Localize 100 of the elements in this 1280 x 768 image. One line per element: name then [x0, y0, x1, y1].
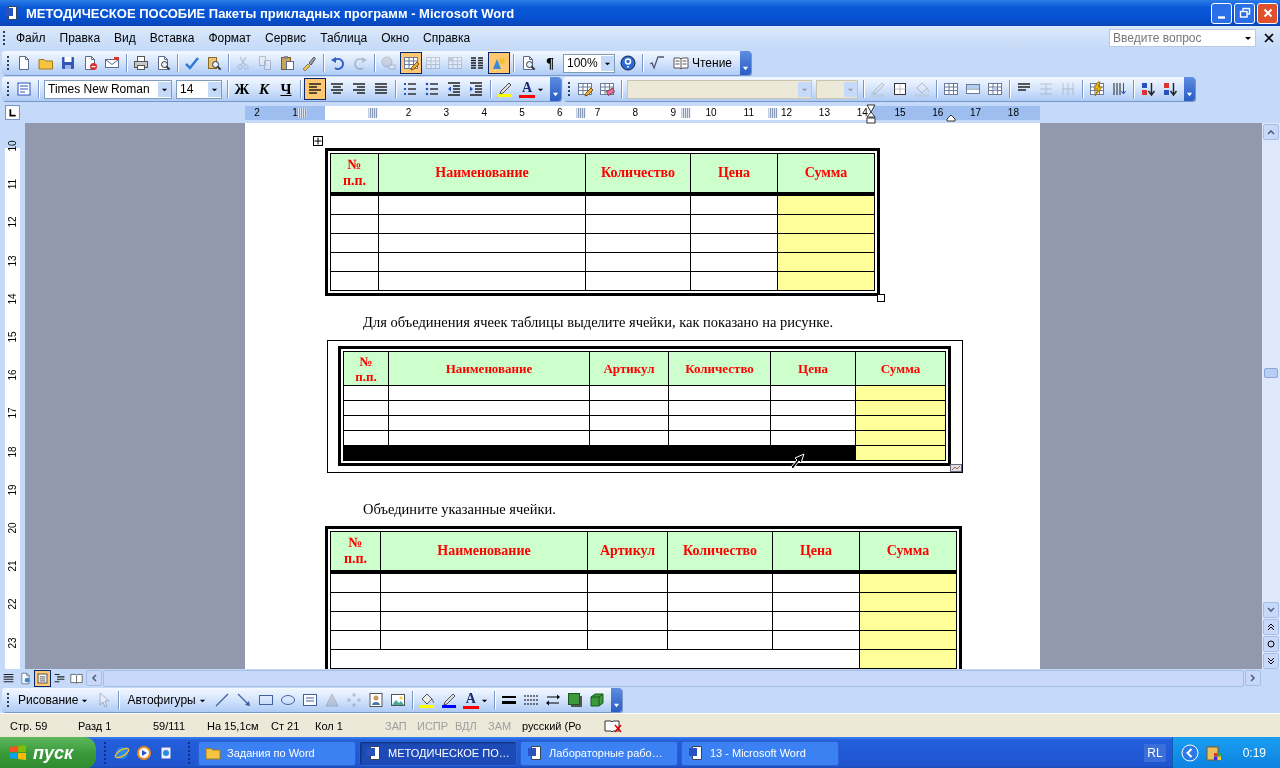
view-button[interactable]	[34, 669, 51, 687]
status-text: Ст 21	[271, 719, 301, 732]
header-cell: Артикул	[589, 351, 669, 386]
status-text: Стр. 59	[10, 719, 49, 732]
next-page-button[interactable]	[1263, 653, 1279, 669]
dropdown-field[interactable]: 14	[176, 79, 222, 99]
chevron-circle-icon[interactable]	[1180, 744, 1199, 762]
ruler-number: 17	[970, 106, 982, 120]
scroll-up-button[interactable]	[1263, 124, 1279, 140]
book-cross-icon[interactable]	[604, 718, 622, 733]
column-marker[interactable]	[681, 108, 691, 118]
ruler-number: 4	[481, 106, 487, 120]
document-icon	[4, 5, 20, 21]
double-up-arrow-icon	[1266, 622, 1276, 632]
toolbar-options-button[interactable]	[550, 77, 561, 101]
ruler-number: 11	[743, 106, 754, 120]
scroll-thumb[interactable]	[103, 669, 1244, 687]
toolbar-options-button[interactable]	[1184, 77, 1195, 101]
scroll-down-button[interactable]	[1263, 602, 1279, 618]
globe-icon[interactable]	[114, 745, 130, 761]
clipboard-icon[interactable]	[1204, 744, 1223, 762]
header-cell: Цена	[772, 531, 860, 572]
table-move-handle-icon[interactable]	[313, 136, 323, 146]
dropdown-field[interactable]: 100%	[563, 53, 615, 73]
previous-page-button[interactable]	[1263, 619, 1279, 635]
column-marker[interactable]	[768, 108, 778, 118]
toolbar-options-button[interactable]	[740, 51, 752, 75]
taskbar-button[interactable]: Лабораторные рабо…	[520, 740, 678, 766]
column-marker[interactable]	[297, 108, 307, 118]
header-cell: Наименование	[380, 531, 588, 572]
ruler-number: 1	[292, 106, 298, 120]
ruler-number: 19	[6, 483, 19, 498]
menu-item[interactable]: Вставка	[142, 31, 202, 45]
document-icon[interactable]	[158, 745, 174, 761]
dropdown-field[interactable]: Times New Roman	[44, 79, 172, 99]
toolbar-button[interactable]: Ч	[275, 78, 297, 100]
column-marker[interactable]	[368, 108, 378, 118]
language-indicator[interactable]: RL	[1144, 744, 1166, 762]
paragraph: Объедините указанные ячейки.	[363, 500, 557, 518]
taskbar-button[interactable]: 13 - Microsoft Word	[681, 740, 839, 766]
menu-item[interactable]: Файл	[9, 31, 53, 45]
menu-item[interactable]: Вид	[107, 31, 143, 45]
tab-selector-icon[interactable]	[5, 105, 20, 120]
header-cell: Сумма	[859, 531, 957, 572]
ruler-number: 15	[894, 106, 906, 120]
vertical-scrollbar[interactable]	[1262, 123, 1280, 669]
toolbar-button[interactable]: ¶	[539, 52, 561, 74]
taskbar-button[interactable]: МЕТОДИЧЕСКОЕ ПО…	[359, 740, 517, 766]
header-cell: Цена	[770, 351, 856, 386]
close-icon[interactable]	[1264, 33, 1274, 43]
scroll-right-button[interactable]	[1245, 670, 1261, 686]
ruler-number: 22	[6, 597, 19, 612]
status-text: русский (Ро	[522, 719, 583, 732]
ruler-number: 13	[818, 106, 830, 120]
chevron-icon	[1186, 91, 1193, 98]
menu-item[interactable]: Таблица	[313, 31, 375, 45]
ruler-number: 10	[705, 106, 717, 120]
ruler-number: 5	[519, 106, 525, 120]
font-color-button[interactable]: A	[459, 689, 491, 711]
column-marker[interactable]	[576, 108, 586, 118]
ruler-number: 16	[6, 368, 19, 383]
menu-item[interactable]: Правка	[52, 31, 108, 45]
restore-button[interactable]	[1234, 2, 1255, 24]
ruler-number: 12	[6, 215, 19, 230]
scroll-left-button[interactable]	[86, 670, 102, 686]
menu-button[interactable]: Рисование	[13, 689, 94, 711]
close-button[interactable]	[1257, 2, 1278, 24]
toolbar-button[interactable]: Ж	[231, 78, 253, 100]
ruler-number: 18	[6, 445, 19, 460]
status-text: Разд 1	[78, 719, 113, 732]
font-color-button[interactable]: A	[516, 78, 547, 100]
menu-item[interactable]: Справка	[416, 31, 478, 45]
header-cell: Количество	[585, 153, 691, 194]
table-resize-handle[interactable]	[877, 294, 885, 302]
ruler-number: 17	[6, 406, 19, 421]
menu-item[interactable]: Сервис	[258, 31, 314, 45]
browse-object-button[interactable]	[1263, 636, 1279, 652]
start-button[interactable]: пуск	[0, 737, 96, 768]
ruler-number: 6	[557, 106, 563, 120]
ruler-number: 18	[1007, 106, 1019, 120]
document-icon	[527, 745, 543, 761]
caret-icon[interactable]	[1244, 34, 1252, 42]
scroll-thumb[interactable]	[1264, 368, 1278, 378]
taskbar-button[interactable]: Задания по Word	[198, 740, 356, 766]
menu-button[interactable]: Автофигуры	[122, 689, 211, 711]
help-search-field[interactable]: Введите вопрос	[1109, 29, 1256, 47]
indent-marker-icon[interactable]	[866, 104, 876, 124]
minimize-button[interactable]	[1211, 2, 1232, 24]
ruler-number: 15	[6, 330, 19, 345]
toolbar-button[interactable]: К	[253, 78, 275, 100]
play-icon[interactable]	[136, 745, 152, 761]
toolbar-options-button[interactable]	[610, 688, 622, 712]
header-cell: Количество	[667, 531, 773, 572]
reading-button[interactable]: Чтение	[668, 52, 738, 74]
menu-item[interactable]: Окно	[374, 31, 417, 45]
folder-icon	[205, 745, 221, 761]
picture-corner-icon	[950, 464, 962, 472]
close-icon	[1261, 7, 1274, 19]
open-book-icon	[70, 671, 83, 685]
menu-item[interactable]: Формат	[201, 31, 259, 45]
